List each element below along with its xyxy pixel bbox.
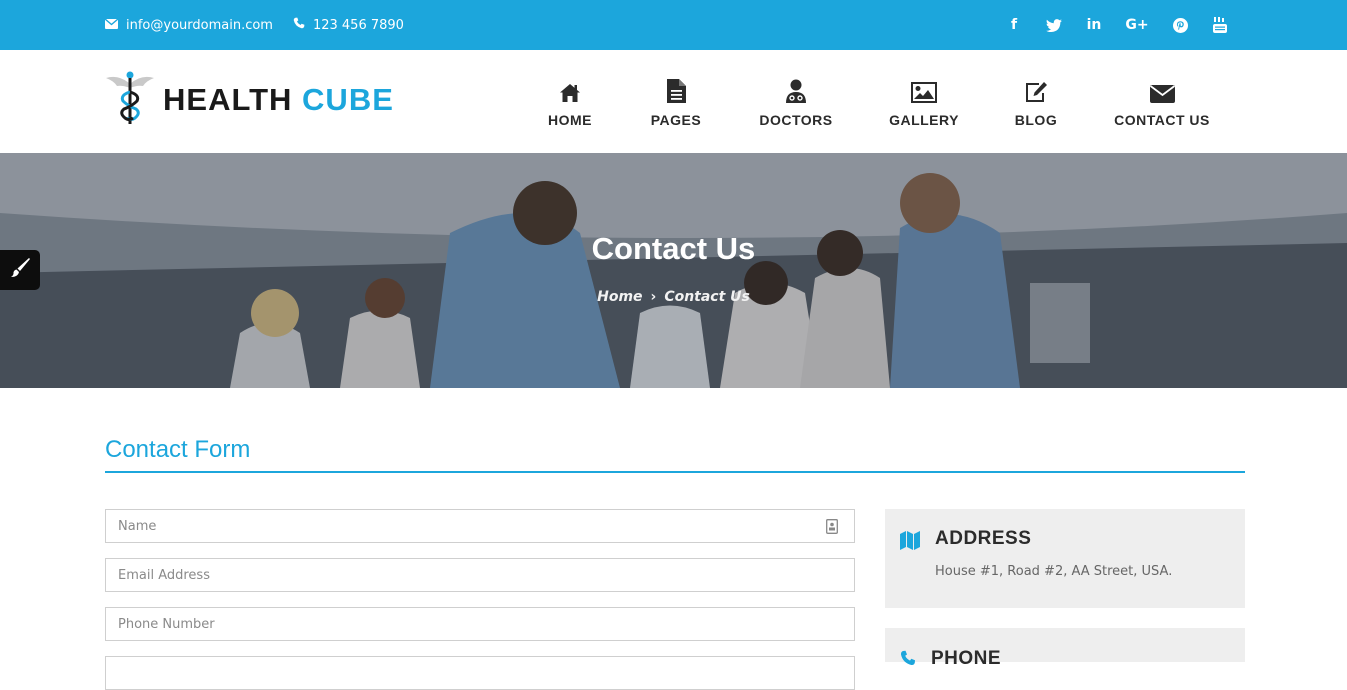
top-contact: info@yourdomain.com 123 456 7890 — [104, 0, 404, 50]
address-box: ADDRESS House #1, Road #2, AA Street, US… — [885, 509, 1245, 608]
nav-pages-label: PAGES — [650, 112, 702, 128]
edit-icon — [1024, 73, 1048, 103]
facebook-icon[interactable]: f — [1005, 16, 1023, 34]
youtube-icon[interactable] — [1211, 16, 1229, 34]
logo-wordmark: HEALTH CUBE — [163, 82, 394, 118]
paintbrush-icon — [9, 257, 31, 283]
nav-pages[interactable]: PAGES — [616, 73, 736, 128]
phone-icon — [293, 17, 305, 33]
logo-word-health: HEALTH — [163, 82, 293, 117]
page-banner: Contact Us Home › Contact Us — [0, 153, 1347, 388]
style-switcher-button[interactable] — [0, 250, 40, 290]
nav-doctors[interactable]: DOCTORS — [736, 73, 856, 128]
address-heading: ADDRESS — [935, 528, 1032, 549]
page-title: Contact Us — [591, 231, 756, 266]
top-email-text: info@yourdomain.com — [126, 17, 273, 33]
email-input[interactable] — [106, 559, 854, 591]
phone-field[interactable] — [105, 607, 855, 641]
image-icon — [911, 73, 937, 103]
envelope-icon — [1149, 73, 1175, 103]
nav-blog-label: BLOG — [1014, 112, 1058, 128]
nav-home[interactable]: HOME — [510, 73, 630, 128]
map-icon — [900, 531, 920, 554]
social-links: f in G+ — [1005, 0, 1229, 50]
linkedin-icon[interactable]: in — [1085, 16, 1103, 34]
nav-contact-us[interactable]: CONTACT US — [1102, 73, 1222, 128]
breadcrumb-current: Contact Us — [664, 289, 750, 305]
pinterest-icon[interactable] — [1171, 16, 1189, 34]
address-text: House #1, Road #2, AA Street, USA. — [935, 564, 1173, 579]
caduceus-icon — [105, 70, 155, 130]
banner-overlay — [0, 153, 1347, 388]
logo-word-cube: CUBE — [302, 82, 394, 117]
twitter-icon[interactable] — [1045, 16, 1063, 34]
nav-doctors-label: DOCTORS — [759, 112, 833, 128]
name-field[interactable] — [105, 509, 855, 543]
nav-gallery[interactable]: GALLERY — [864, 73, 984, 128]
nav-blog[interactable]: BLOG — [976, 73, 1096, 128]
nav-home-label: HOME — [548, 112, 592, 128]
envelope-icon — [104, 17, 119, 33]
name-input[interactable] — [106, 510, 854, 542]
top-phone-text: 123 456 7890 — [312, 17, 404, 33]
section-divider — [105, 471, 1245, 473]
phone-input[interactable] — [106, 608, 854, 640]
google-plus-icon[interactable]: G+ — [1125, 16, 1149, 34]
top-bar: info@yourdomain.com 123 456 7890 f in G+ — [0, 0, 1347, 50]
nav-contact-us-label: CONTACT US — [1114, 112, 1210, 128]
site-header: HEALTH CUBE HOME PAGES DOCTORS GALLERY B… — [0, 50, 1347, 153]
phone-heading: PHONE — [931, 648, 1002, 669]
top-phone[interactable]: 123 456 7890 — [293, 17, 404, 33]
contact-form-title: Contact Form — [105, 436, 251, 463]
phone-icon — [900, 650, 916, 670]
breadcrumb-home-link[interactable]: Home — [597, 289, 642, 305]
breadcrumb-separator: › — [650, 289, 657, 305]
site-logo[interactable]: HEALTH CUBE — [105, 70, 394, 130]
phone-box: PHONE — [885, 628, 1245, 669]
contact-card-icon — [826, 519, 838, 538]
home-icon — [559, 73, 581, 103]
message-field[interactable] — [105, 656, 855, 690]
doctor-icon — [786, 73, 806, 103]
document-icon — [666, 73, 686, 103]
breadcrumb: Home › Contact Us — [0, 289, 1347, 305]
top-email[interactable]: info@yourdomain.com — [104, 17, 273, 33]
email-field[interactable] — [105, 558, 855, 592]
nav-gallery-label: GALLERY — [889, 112, 959, 128]
